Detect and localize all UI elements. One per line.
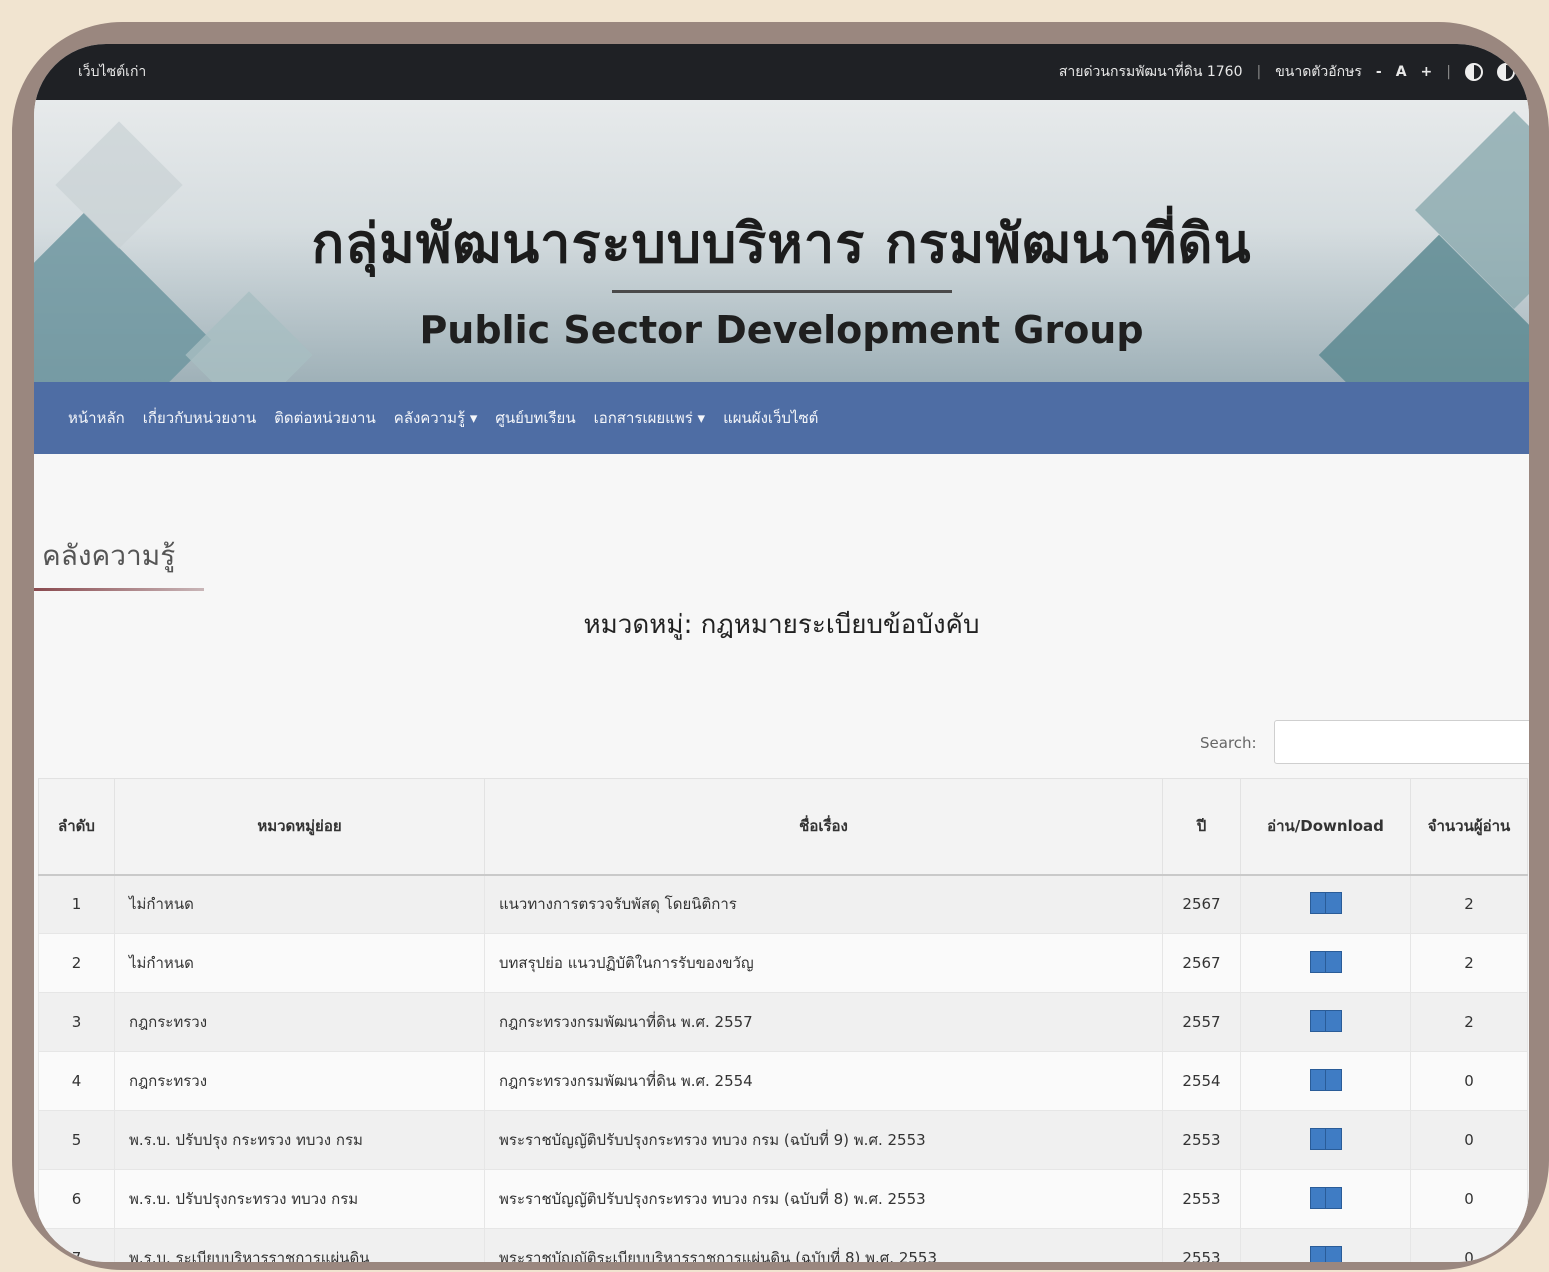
column-header-subcategory[interactable]: หมวดหมู่ย่อย	[114, 778, 485, 876]
cell-no: 7	[38, 1228, 115, 1262]
cell-title: พระราชบัญญัติปรับปรุงกระทรวง ทบวง กรม (ฉ…	[484, 1110, 1163, 1170]
cell-title: กฎกระทรวงกรมพัฒนาที่ดิน พ.ศ. 2554	[484, 1051, 1163, 1111]
book-icon[interactable]	[1309, 951, 1342, 973]
cell-download	[1240, 1110, 1411, 1170]
separator: |	[1256, 64, 1262, 80]
main-content: คลังความรู้ หมวดหมู่: กฎหมายระเบียบข้อบั…	[34, 454, 1529, 1262]
book-icon[interactable]	[1309, 1246, 1342, 1262]
category-title: หมวดหมู่: กฎหมายระเบียบข้อบังคับ	[583, 610, 980, 640]
nav-item-contact[interactable]: ติดต่อหน่วยงาน	[274, 406, 376, 430]
nav-item-lessons[interactable]: ศูนย์บทเรียน	[495, 406, 575, 430]
cell-year: 2553	[1162, 1228, 1241, 1262]
cell-subcategory: พ.ร.บ. ปรับปรุงกระทรวง ทบวง กรม	[114, 1169, 485, 1229]
table-header-row: ลำดับ หมวดหมู่ย่อย ชื่อเรื่อง ปี อ่าน/Do…	[38, 778, 1528, 876]
cell-year: 2554	[1162, 1051, 1241, 1111]
header-banner: กลุ่มพัฒนาระบบบริหาร กรมพัฒนาที่ดิน Publ…	[34, 100, 1529, 382]
table-row: 1 ไม่กำหนด แนวทางการตรวจรับพัสดุ โดยนิติ…	[38, 874, 1528, 934]
cell-title: บทสรุปย่อ แนวปฏิบัติในการรับของขวัญ	[484, 933, 1163, 993]
cell-reads: 0	[1410, 1228, 1528, 1262]
title-underline	[34, 588, 204, 591]
table-row: 3 กฎกระทรวง กฎกระทรวงกรมพัฒนาที่ดิน พ.ศ.…	[38, 992, 1528, 1052]
table-row: 4 กฎกระทรวง กฎกระทรวงกรมพัฒนาที่ดิน พ.ศ.…	[38, 1051, 1528, 1111]
cell-year: 2553	[1162, 1110, 1241, 1170]
cell-subcategory: กฎกระทรวง	[114, 1051, 485, 1111]
cell-subcategory: ไม่กำหนด	[114, 874, 485, 934]
column-header-year[interactable]: ปี	[1162, 778, 1241, 876]
table-row: 6 พ.ร.บ. ปรับปรุงกระทรวง ทบวง กรม พระราช…	[38, 1169, 1528, 1229]
cell-title: พระราชบัญญัติปรับปรุงกระทรวง ทบวง กรม (ฉ…	[484, 1169, 1163, 1229]
search-input[interactable]	[1274, 720, 1529, 764]
site-title-english: Public Sector Development Group	[419, 308, 1144, 352]
main-nav: หน้าหลัก เกี่ยวกับหน่วยงาน ติดต่อหน่วยงา…	[34, 382, 1529, 454]
cell-no: 5	[38, 1110, 115, 1170]
cell-year: 2553	[1162, 1169, 1241, 1229]
cell-year: 2557	[1162, 992, 1241, 1052]
column-header-no[interactable]: ลำดับ	[38, 778, 115, 876]
cell-no: 2	[38, 933, 115, 993]
cell-no: 4	[38, 1051, 115, 1111]
cell-download	[1240, 1228, 1411, 1262]
nav-item-documents[interactable]: เอกสารเผยแพร่ ▾	[594, 406, 705, 430]
cell-download	[1240, 1051, 1411, 1111]
book-icon[interactable]	[1309, 1010, 1342, 1032]
site-title-thai: กลุ่มพัฒนาระบบบริหาร กรมพัฒนาที่ดิน	[311, 212, 1252, 275]
cell-title: แนวทางการตรวจรับพัสดุ โดยนิติการ	[484, 874, 1163, 934]
font-decrease-button[interactable]: -	[1376, 64, 1382, 80]
cell-no: 6	[38, 1169, 115, 1229]
font-default-button[interactable]: A	[1396, 64, 1407, 80]
title-divider	[612, 290, 952, 293]
cell-reads: 0	[1410, 1169, 1528, 1229]
cell-download	[1240, 1169, 1411, 1229]
separator: |	[1446, 64, 1451, 80]
cell-reads: 2	[1410, 874, 1528, 934]
cell-reads: 2	[1410, 992, 1528, 1052]
column-header-download[interactable]: อ่าน/Download	[1240, 778, 1411, 876]
cell-no: 3	[38, 992, 115, 1052]
page-title: คลังความรู้	[42, 539, 176, 572]
table-row: 5 พ.ร.บ. ปรับปรุง กระทรวง ทบวง กรม พระรา…	[38, 1110, 1528, 1170]
cell-no: 1	[38, 874, 115, 934]
cell-download	[1240, 992, 1411, 1052]
table-row: 2 ไม่กำหนด บทสรุปย่อ แนวปฏิบัติในการรับข…	[38, 933, 1528, 993]
nav-item-sitemap[interactable]: แผนผังเว็บไซต์	[723, 406, 818, 430]
cell-year: 2567	[1162, 874, 1241, 934]
table-row: 7 พ.ร.บ. ระเบียบบริหารราชการแผ่นดิน พระร…	[38, 1228, 1528, 1262]
cell-subcategory: พ.ร.บ. ปรับปรุง กระทรวง ทบวง กรม	[114, 1110, 485, 1170]
font-size-label: ขนาดตัวอักษร	[1275, 64, 1362, 80]
cell-reads: 0	[1410, 1051, 1528, 1111]
contrast-icon[interactable]	[1465, 63, 1483, 81]
cell-download	[1240, 933, 1411, 993]
hotline-text: สายด่วนกรมพัฒนาที่ดิน 1760	[1058, 64, 1243, 80]
cell-title: พระราชบัญญัติระเบียบบริหารราชการแผ่นดิน …	[484, 1228, 1163, 1262]
top-bar: เว็บไซต์เก่า สายด่วนกรมพัฒนาที่ดิน 1760 …	[34, 44, 1529, 100]
column-header-title[interactable]: ชื่อเรื่อง	[484, 778, 1163, 876]
book-icon[interactable]	[1309, 1069, 1342, 1091]
high-contrast-icon[interactable]	[1497, 63, 1515, 81]
book-icon[interactable]	[1309, 1187, 1342, 1209]
cell-reads: 2	[1410, 933, 1528, 993]
documents-table: ลำดับ หมวดหมู่ย่อย ชื่อเรื่อง ปี อ่าน/Do…	[38, 778, 1528, 1262]
nav-item-home[interactable]: หน้าหลัก	[68, 406, 125, 430]
cell-reads: 0	[1410, 1110, 1528, 1170]
font-increase-button[interactable]: +	[1421, 64, 1433, 80]
column-header-reads[interactable]: จำนวนผู้อ่าน	[1410, 778, 1528, 876]
search-label: Search:	[1200, 734, 1257, 752]
old-website-link[interactable]: เว็บไซต์เก่า	[78, 61, 146, 83]
topbar-right: สายด่วนกรมพัฒนาที่ดิน 1760 | ขนาดตัวอักษ…	[1059, 61, 1515, 83]
cell-subcategory: กฎกระทรวง	[114, 992, 485, 1052]
cell-subcategory: พ.ร.บ. ระเบียบบริหารราชการแผ่นดิน	[114, 1228, 485, 1262]
cell-year: 2567	[1162, 933, 1241, 993]
browser-screen: เว็บไซต์เก่า สายด่วนกรมพัฒนาที่ดิน 1760 …	[34, 44, 1529, 1262]
cell-title: กฎกระทรวงกรมพัฒนาที่ดิน พ.ศ. 2557	[484, 992, 1163, 1052]
nav-item-knowledge[interactable]: คลังความรู้ ▾	[394, 406, 478, 430]
book-icon[interactable]	[1309, 892, 1342, 915]
cell-download	[1240, 874, 1411, 934]
book-icon[interactable]	[1309, 1128, 1342, 1150]
nav-item-about[interactable]: เกี่ยวกับหน่วยงาน	[143, 406, 256, 430]
cell-subcategory: ไม่กำหนด	[114, 933, 485, 993]
